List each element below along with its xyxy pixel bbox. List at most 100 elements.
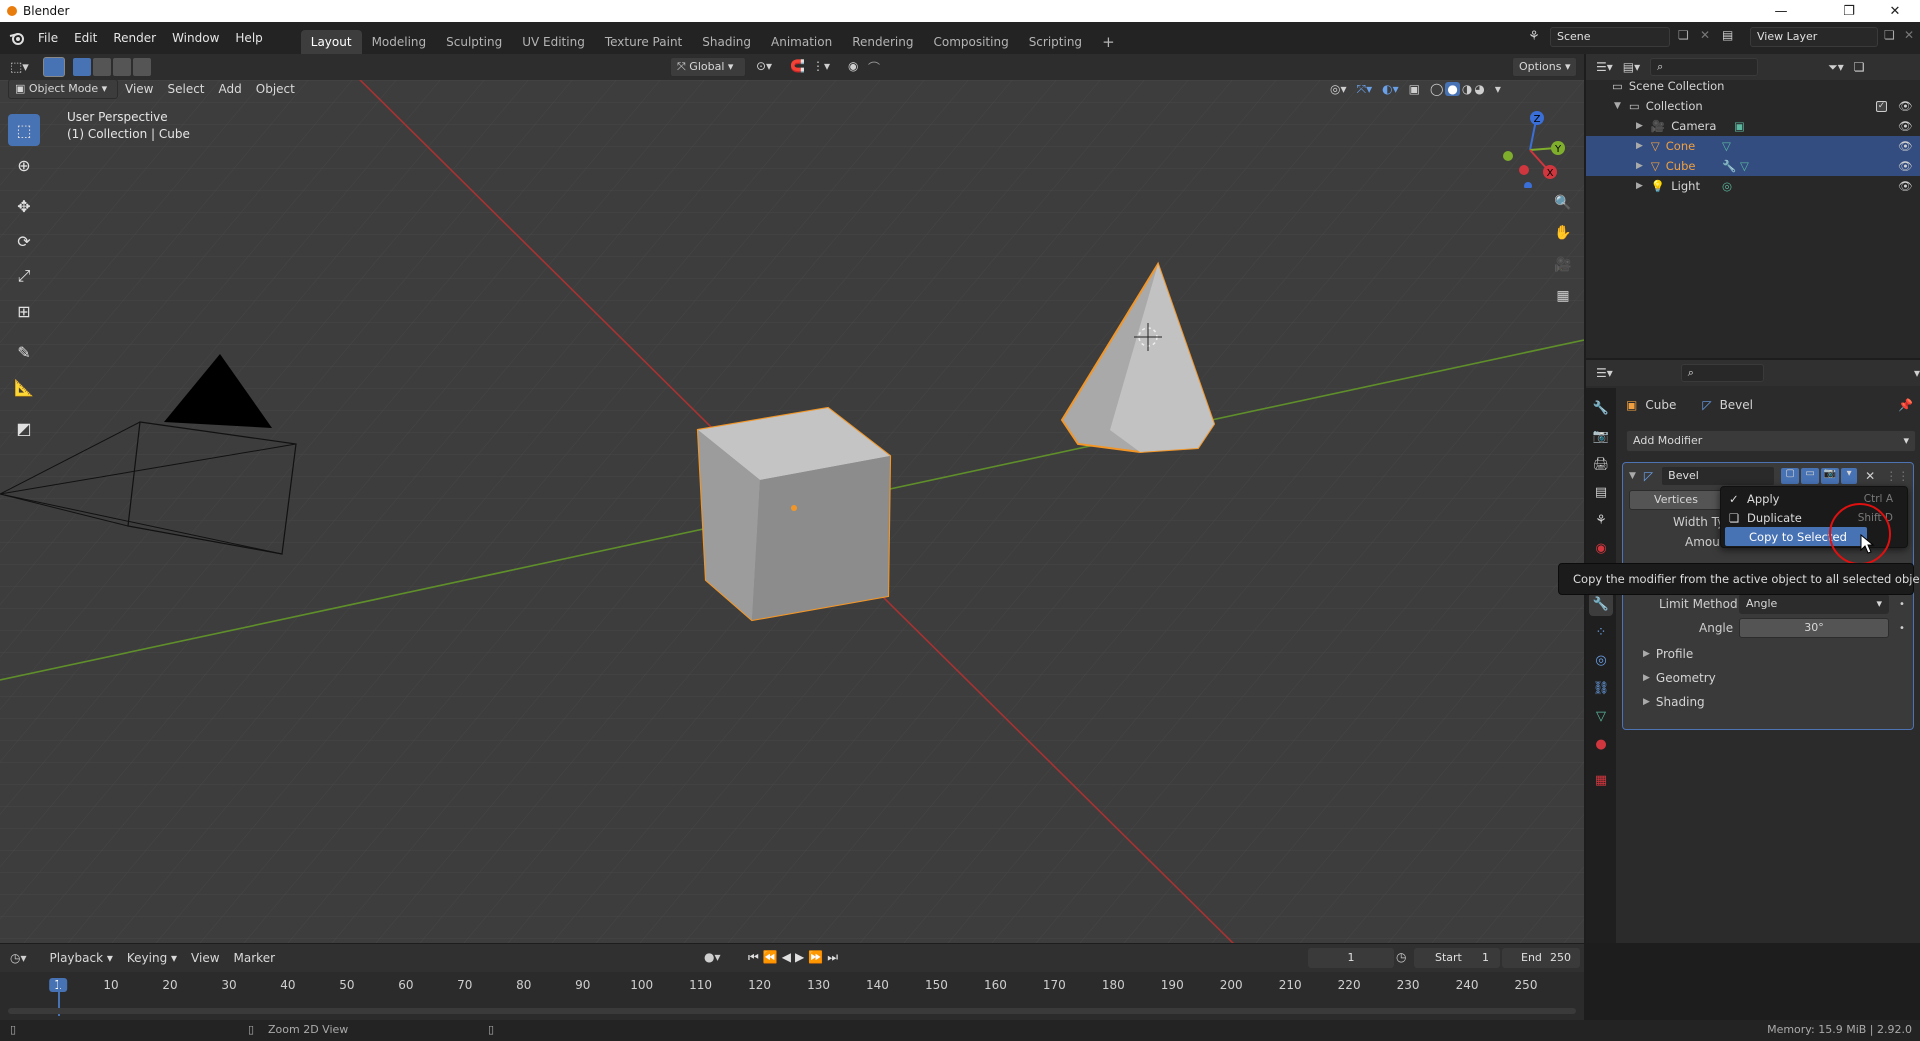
- mode-dropdown[interactable]: ▣ Object Mode ▾: [8, 80, 118, 99]
- affect-vertices-button[interactable]: Vertices: [1629, 490, 1723, 510]
- scene-icon[interactable]: ⚘: [1524, 27, 1544, 47]
- delete-scene-icon[interactable]: ✕: [1700, 28, 1710, 42]
- filter-icon[interactable]: ⏷▾: [1828, 60, 1844, 75]
- view-layer-tab-icon[interactable]: ▤: [1589, 480, 1613, 504]
- blender-menu-icon[interactable]: [4, 27, 30, 49]
- subpanel-geometry[interactable]: ▶ Geometry: [1623, 667, 1915, 689]
- light-visibility-icon[interactable]: 👁: [1898, 179, 1913, 193]
- constraints-tab-icon[interactable]: ⛓: [1589, 676, 1613, 700]
- new-scene-icon[interactable]: ❏: [1678, 28, 1689, 42]
- rotate-tool-icon[interactable]: ⟳: [8, 225, 40, 257]
- texture-tab-icon[interactable]: ▦: [1589, 768, 1613, 792]
- pan-hand-icon[interactable]: ✋: [1550, 220, 1576, 246]
- output-tab-icon[interactable]: 🖨: [1589, 452, 1613, 476]
- material-shading-icon[interactable]: ◑: [1462, 82, 1472, 96]
- outliner-scene-collection[interactable]: ▭ Scene Collection: [1586, 76, 1920, 96]
- modifier-menu-icon[interactable]: ▾: [1841, 468, 1858, 484]
- visibility-icon[interactable]: ◎▾: [1330, 82, 1347, 96]
- physics-tab-icon[interactable]: ◎: [1589, 648, 1613, 672]
- view-layer-icon[interactable]: ▤: [1722, 28, 1733, 42]
- overlay-toggle-icon[interactable]: ◐▾: [1382, 82, 1399, 96]
- cube-visibility-icon[interactable]: 👁: [1898, 159, 1913, 173]
- modifier-wrench-icon[interactable]: 🔧: [1722, 159, 1736, 173]
- shading-options-icon[interactable]: ▾: [1495, 82, 1501, 96]
- properties-editor-type-icon[interactable]: ☰▾: [1596, 366, 1613, 380]
- outliner-item-camera[interactable]: ▶ 🎥 Camera ▣ 👁: [1586, 116, 1920, 136]
- menu-edit[interactable]: Edit: [66, 27, 105, 49]
- tab-scripting[interactable]: Scripting: [1019, 30, 1092, 54]
- falloff-icon[interactable]: ⌒: [868, 59, 880, 76]
- solid-shading-icon[interactable]: ●: [1445, 82, 1460, 96]
- expand-arrow-icon[interactable]: ▶: [1636, 181, 1643, 191]
- menu-view[interactable]: View: [118, 82, 160, 96]
- expand-arrow-icon[interactable]: ▶: [1636, 141, 1643, 151]
- camera-view-icon[interactable]: 🎥: [1550, 252, 1576, 278]
- menu-render[interactable]: Render: [105, 27, 164, 49]
- add-cube-tool-icon[interactable]: ◩: [8, 412, 40, 444]
- select-new-icon[interactable]: [72, 58, 91, 76]
- menu-object[interactable]: Object: [249, 82, 302, 96]
- navigation-gizmo[interactable]: Z Y X: [1490, 108, 1570, 188]
- view-layer-field[interactable]: View Layer: [1750, 27, 1878, 47]
- outliner-editor-type-icon[interactable]: ☰▾: [1596, 60, 1613, 74]
- add-modifier-dropdown[interactable]: Add Modifier ▾: [1626, 430, 1916, 452]
- tab-uv-editing[interactable]: UV Editing: [512, 30, 595, 54]
- wireframe-shading-icon[interactable]: ◯: [1430, 82, 1443, 96]
- outliner-item-cube[interactable]: ▶ ▽ Cube 🔧 ▽ 👁: [1586, 156, 1920, 176]
- collapse-arrow-icon[interactable]: ▼: [1629, 471, 1636, 481]
- drag-handle-icon[interactable]: ⋮⋮: [1885, 469, 1909, 483]
- remove-modifier-icon[interactable]: ✕: [1865, 469, 1875, 483]
- annotate-tool-icon[interactable]: ✎: [8, 336, 40, 368]
- menu-window[interactable]: Window: [164, 27, 227, 49]
- angle-field[interactable]: 30°: [1739, 618, 1889, 638]
- select-intersect-icon[interactable]: [132, 58, 151, 76]
- scene-tab-icon[interactable]: ⚘: [1589, 508, 1613, 532]
- collection-visibility-icon[interactable]: 👁: [1898, 99, 1913, 113]
- scene-name-field[interactable]: Scene: [1550, 27, 1670, 47]
- keyframe-dot-icon[interactable]: •: [1899, 599, 1905, 610]
- modifier-name-field[interactable]: Bevel: [1661, 466, 1776, 486]
- tab-sculpting[interactable]: Sculpting: [436, 30, 512, 54]
- viewport-toggle-icon[interactable]: ▭: [1801, 468, 1820, 484]
- keyframe-dot-icon[interactable]: •: [1899, 623, 1905, 634]
- particles-tab-icon[interactable]: ⁘: [1589, 620, 1613, 644]
- ortho-toggle-icon[interactable]: ▦: [1550, 283, 1576, 309]
- menu-file[interactable]: File: [30, 27, 66, 49]
- display-mode-icon[interactable]: ▤▾: [1623, 60, 1640, 74]
- snap-target-icon[interactable]: ⋮▾: [812, 59, 830, 73]
- pivot-point-icon[interactable]: ⊙▾: [756, 59, 772, 73]
- add-workspace-button[interactable]: +: [1092, 30, 1125, 54]
- collapse-arrow-icon[interactable]: ▼: [1614, 101, 1621, 111]
- menu-select[interactable]: Select: [160, 82, 211, 96]
- close-button[interactable]: ✕: [1872, 0, 1918, 22]
- delete-view-layer-icon[interactable]: ✕: [1904, 28, 1914, 42]
- select-extend-icon[interactable]: [92, 58, 111, 76]
- world-tab-icon[interactable]: ◉: [1589, 536, 1613, 560]
- tool-tab-icon[interactable]: 🔧: [1589, 396, 1613, 420]
- properties-options-icon[interactable]: ▾: [1914, 366, 1920, 380]
- restore-button[interactable]: ❐: [1826, 0, 1872, 22]
- snap-icon[interactable]: 🧲: [790, 59, 805, 73]
- rendered-shading-icon[interactable]: ◕: [1474, 82, 1484, 96]
- menu-add[interactable]: Add: [212, 82, 249, 96]
- select-tool-icon[interactable]: ⬚: [8, 114, 40, 146]
- outliner-search-input[interactable]: ⌕: [1650, 58, 1759, 76]
- camera-visibility-icon[interactable]: 👁: [1898, 119, 1913, 133]
- light-data-icon[interactable]: ◎: [1722, 179, 1732, 193]
- limit-method-dropdown[interactable]: Angle ▾: [1739, 594, 1889, 614]
- data-tab-icon[interactable]: ▽: [1589, 704, 1613, 728]
- xray-icon[interactable]: ▣: [1409, 82, 1420, 96]
- scale-tool-icon[interactable]: ⤢: [8, 260, 40, 292]
- outliner-item-light[interactable]: ▶ 💡 Light ◎ 👁: [1586, 176, 1920, 196]
- camera-data-icon[interactable]: ▣: [1734, 119, 1745, 133]
- tab-shading[interactable]: Shading: [692, 30, 761, 54]
- new-view-layer-icon[interactable]: ❏: [1884, 28, 1895, 42]
- collection-checkbox[interactable]: ✓: [1876, 100, 1887, 112]
- timeline-scrollbar[interactable]: [8, 1008, 1576, 1014]
- subpanel-shading[interactable]: ▶ Shading: [1623, 691, 1915, 713]
- transform-orientation-dropdown[interactable]: ⤧ Global ▾: [670, 57, 746, 77]
- minimize-button[interactable]: —: [1758, 0, 1804, 22]
- outliner-item-cone[interactable]: ▶ ▽ Cone ▽ 👁: [1586, 136, 1920, 156]
- tab-animation[interactable]: Animation: [761, 30, 842, 54]
- editor-type-icon[interactable]: ⬚▾: [10, 60, 29, 75]
